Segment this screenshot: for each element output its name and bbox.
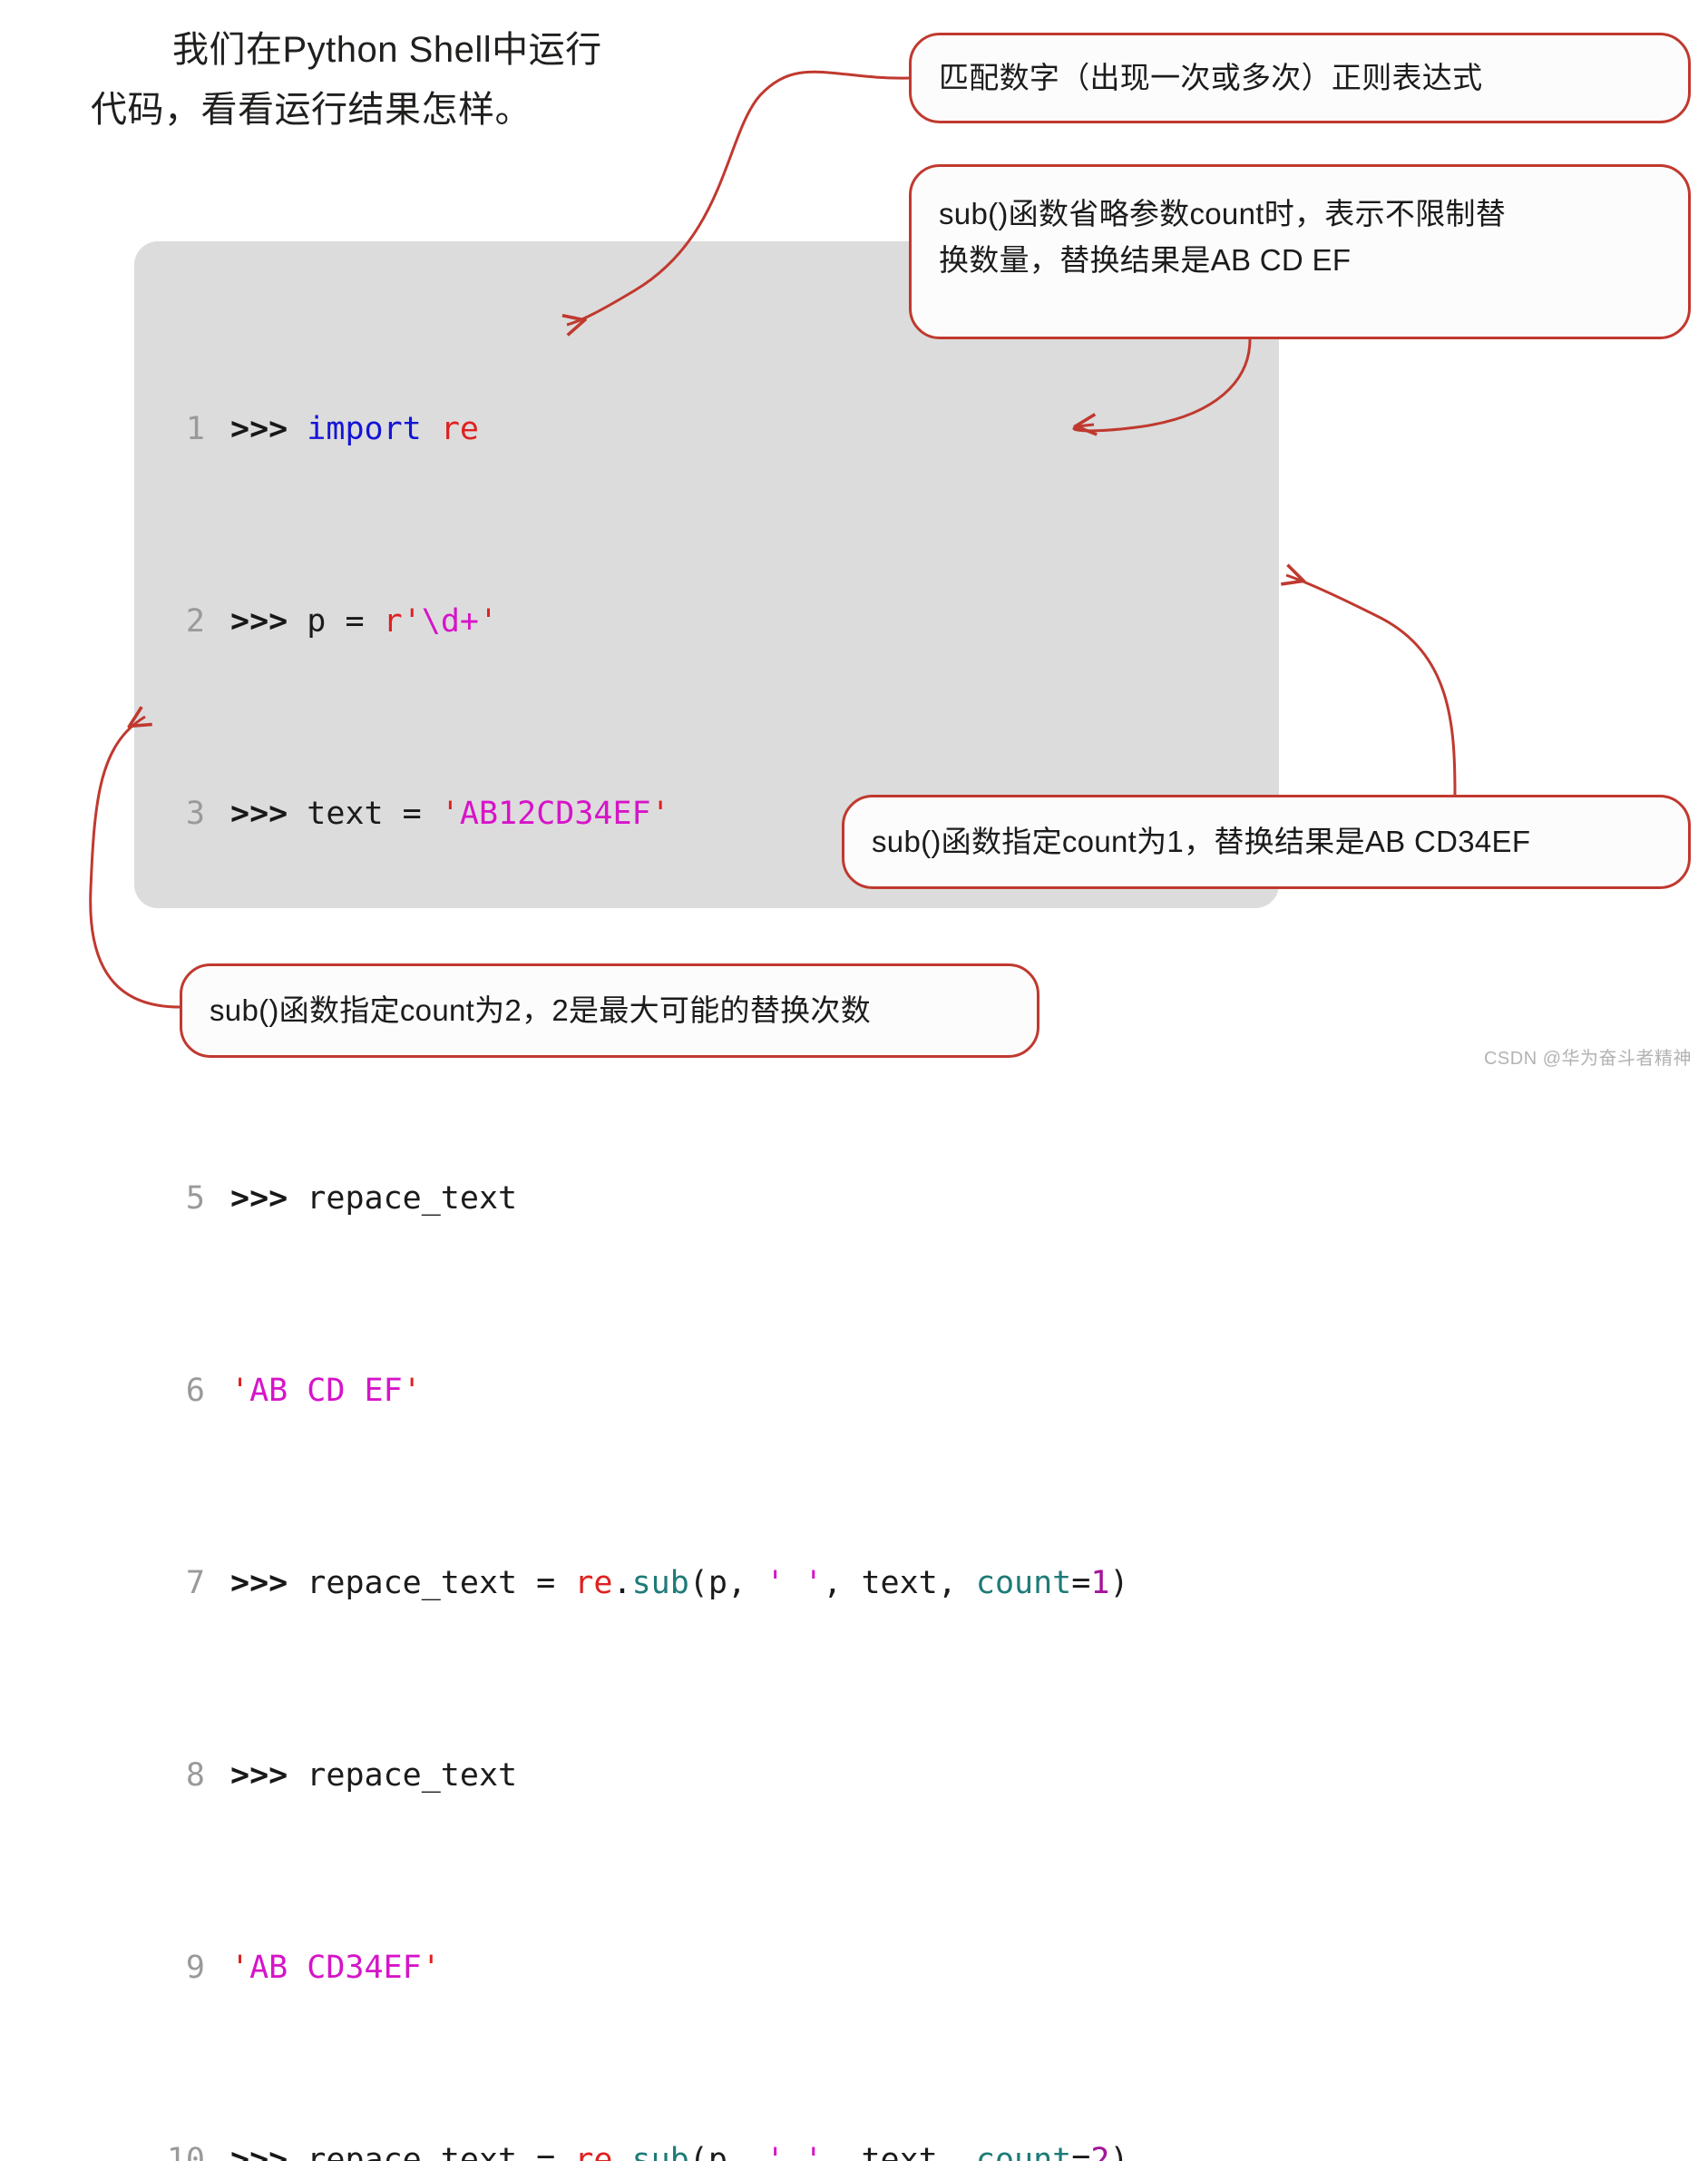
code-line-content: 'AB CD EF' bbox=[230, 1373, 422, 1409]
code-line-9: 9 'AB CD34EF' bbox=[134, 1944, 1279, 1992]
code-line-2: 2 >>> p = r'\d+' bbox=[134, 598, 1279, 646]
line-number: 6 bbox=[185, 1373, 205, 1409]
code-lines: 1 >>> import re 2 >>> p = r'\d+' 3 >>> text… bbox=[134, 261, 1279, 2161]
line-number: 9 bbox=[185, 1950, 205, 1986]
callout-no-count[interactable]: sub()函数省略参数count时，表示不限制替 换数量，替换结果是AB CD … bbox=[909, 164, 1691, 339]
callout-regex-text: 匹配数字（出现一次或多次）正则表达式 bbox=[939, 61, 1483, 95]
code-line-1: 1 >>> import re bbox=[134, 406, 1279, 454]
line-number: 3 bbox=[185, 796, 205, 832]
leader-count1 bbox=[1286, 575, 1457, 796]
slide-canvas: 我们在Python Shell中运行 代码，看看运行结果怎样。 1 >>> imp… bbox=[0, 0, 1708, 2161]
code-line-content: >>> text = 'AB12CD34EF' bbox=[230, 796, 670, 832]
code-line-8: 8 >>> repace_text bbox=[134, 1752, 1279, 1800]
intro-paragraph: 我们在Python Shell中运行 代码，看看运行结果怎样。 bbox=[91, 20, 726, 140]
code-line-6: 6 'AB CD EF' bbox=[134, 1367, 1279, 1415]
callout-count-1[interactable]: sub()函数指定count为1，替换结果是AB CD34EF bbox=[842, 795, 1691, 889]
callout-no-count-line-1: sub()函数省略参数count时，表示不限制替 bbox=[939, 197, 1507, 230]
intro-line-2: 代码，看看运行结果怎样。 bbox=[91, 90, 532, 130]
code-line-7: 7 >>> repace_text = re.sub(p, ' ', text, … bbox=[134, 1560, 1279, 1608]
callout-count-1-text: sub()函数指定count为1，替换结果是AB CD34EF bbox=[872, 825, 1531, 859]
code-line-5: 5 >>> repace_text bbox=[134, 1175, 1279, 1223]
code-line-content: 'AB CD34EF' bbox=[230, 1950, 441, 1986]
intro-line-1: 我们在Python Shell中运行 bbox=[172, 30, 602, 70]
code-line-10: 10 >>> repace_text = re.sub(p, ' ', text,… bbox=[134, 2137, 1279, 2161]
code-line-content: >>> p = r'\d+' bbox=[230, 603, 499, 640]
callout-no-count-body: sub()函数省略参数count时，表示不限制替 换数量，替换结果是AB CD … bbox=[939, 191, 1506, 283]
line-number: 2 bbox=[185, 603, 205, 640]
callout-no-count-line-2: 换数量，替换结果是AB CD EF bbox=[939, 243, 1352, 278]
code-line-content: >>> repace_text bbox=[230, 1757, 518, 1794]
line-number: 5 bbox=[185, 1180, 205, 1217]
line-number: 8 bbox=[185, 1757, 205, 1794]
callout-regex[interactable]: 匹配数字（出现一次或多次）正则表达式 bbox=[909, 33, 1691, 123]
code-line-content: >>> repace_text bbox=[230, 1180, 518, 1217]
code-line-content: >>> repace_text = re.sub(p, ' ', text, c… bbox=[230, 1565, 1129, 1601]
callout-count-2-text: sub()函数指定count为2，2是最大可能的替换次数 bbox=[210, 993, 872, 1028]
line-number: 10 bbox=[166, 2142, 205, 2161]
callout-count-2[interactable]: sub()函数指定count为2，2是最大可能的替换次数 bbox=[180, 963, 1039, 1058]
csdn-watermark: CSDN @华为奋斗者精神 bbox=[1483, 1049, 1692, 1069]
code-line-content: >>> repace_text = re.sub(p, ' ', text, c… bbox=[230, 2142, 1129, 2161]
line-number: 7 bbox=[185, 1565, 205, 1601]
line-number: 1 bbox=[185, 411, 205, 447]
code-line-content: >>> import re bbox=[230, 411, 479, 447]
